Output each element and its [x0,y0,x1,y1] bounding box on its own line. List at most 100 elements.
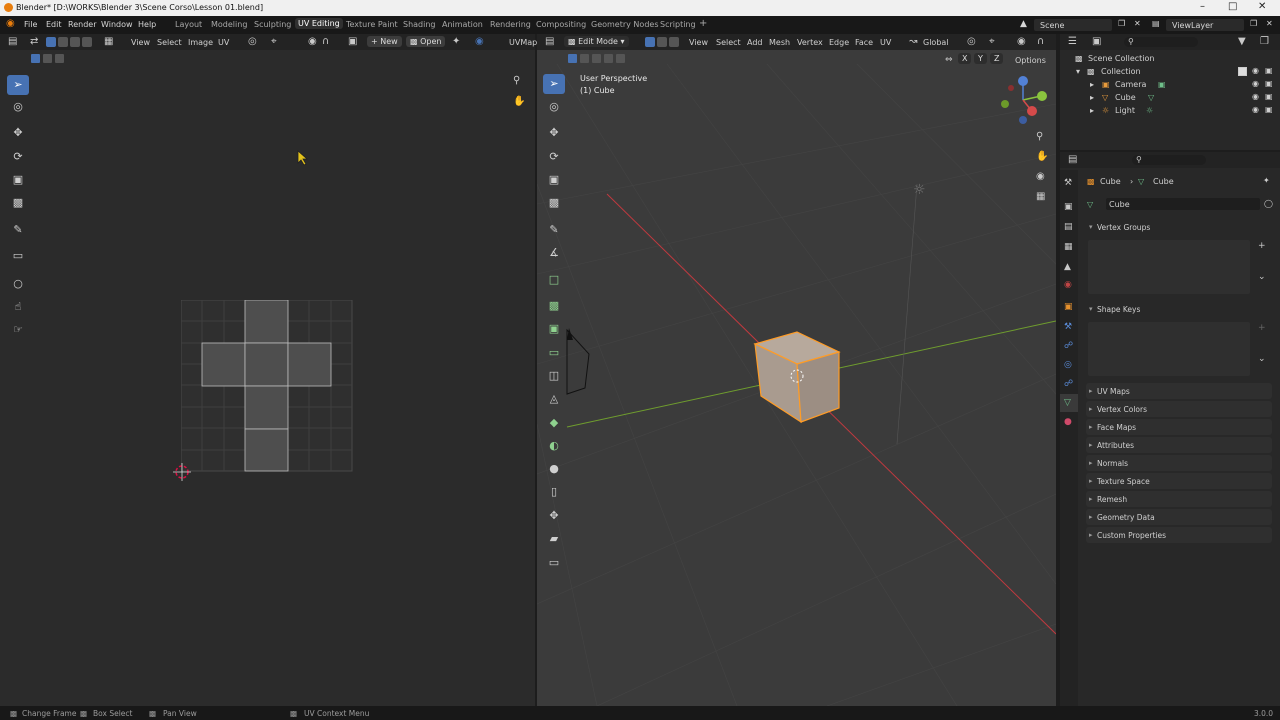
select-difference-icon[interactable] [604,54,613,63]
shear-tool[interactable]: ▰ [543,529,565,549]
panel-shape-keys[interactable]: ▾ Shape Keys [1086,301,1272,317]
scale-tool[interactable]: ▣ [7,170,29,190]
vertex-select-mode-icon[interactable] [46,37,56,47]
zoom-icon[interactable]: ⚲ [1036,132,1043,142]
uv-menu-image[interactable]: Image [188,38,213,47]
output-tab-icon[interactable]: ▤ [1064,222,1073,232]
pan-hand-icon[interactable]: ✋ [1036,152,1048,162]
proportional-edit-icon[interactable]: ◉ [1017,37,1026,47]
panel-face-maps[interactable]: ▸ Face Maps [1086,419,1272,435]
falloff-icon[interactable]: ∩ [322,37,329,47]
island-select-mode-icon[interactable] [82,37,92,47]
tool-tab-icon[interactable]: ⚒ [1064,178,1072,188]
modifiers-tab-icon[interactable]: ⚒ [1064,322,1072,332]
pinch-tool[interactable]: ☞ [7,320,29,340]
tab-layout[interactable]: Layout [175,20,202,29]
overlays-icon[interactable]: ◉ [475,37,484,47]
falloff-icon[interactable]: ∩ [1037,37,1044,47]
scene-tab-icon[interactable]: ▲ [1064,262,1071,272]
mirror-x-toggle[interactable]: X [958,53,972,64]
data-tab-active[interactable]: ▽ [1060,394,1078,412]
vp-menu-face[interactable]: Face [855,38,873,47]
properties-search-input[interactable]: ⚲ [1132,155,1206,165]
orientation-selector[interactable]: Global [923,38,949,47]
pin-icon[interactable]: ✦ [452,37,460,47]
tab-animation[interactable]: Animation [442,20,483,29]
view-layer-selector[interactable]: ViewLayer [1166,19,1244,31]
render-camera-icon[interactable]: ▣ [1265,105,1273,114]
vp-menu-uv[interactable]: UV [880,38,891,47]
uv-editor[interactable]: ▤ ⇄ ▦ View Select Image UV ◎ ⌖ ◉ ∩ ▣ + N… [0,34,537,706]
outliner-search-input[interactable]: ⚲ [1124,37,1198,47]
add-cube-tool[interactable]: □ [543,270,565,290]
select-subtract-icon[interactable] [592,54,601,63]
display-mode-icon[interactable]: ▣ [1092,37,1101,47]
tab-sculpting[interactable]: Sculpting [254,20,291,29]
pan-hand-icon[interactable]: ✋ [513,97,525,107]
vp-menu-edge[interactable]: Edge [829,38,849,47]
options-dropdown[interactable]: Options [1015,56,1046,65]
minimize-button[interactable]: – [1200,1,1205,12]
tab-geometry-nodes[interactable]: Geometry Nodes [591,20,658,29]
outliner-item-light[interactable]: Light [1115,106,1135,115]
outliner-scene-collection[interactable]: Scene Collection [1088,54,1155,63]
light-object-icon[interactable]: ☼ [913,183,926,197]
shape-keys-list[interactable] [1088,322,1250,376]
edge-select-mode-icon[interactable] [58,37,68,47]
physics-tab-icon[interactable]: ◎ [1064,360,1072,370]
camera-view-icon[interactable]: ◉ [1036,172,1045,182]
annotate-tool[interactable]: ✎ [543,220,565,240]
mirror-y-toggle[interactable]: Y [974,53,987,64]
maximize-button[interactable]: □ [1228,1,1237,12]
move-tool[interactable]: ✥ [7,123,29,143]
tab-rendering[interactable]: Rendering [490,20,531,29]
fake-user-shield-icon[interactable]: ◯ [1264,199,1273,208]
visibility-eye-icon[interactable]: ◉ [1252,92,1259,101]
camera-object[interactable] [565,326,593,396]
menu-render[interactable]: Render [68,20,96,29]
inset-tool[interactable]: ▣ [543,319,565,339]
tab-modeling[interactable]: Modeling [211,20,247,29]
transform-tool[interactable]: ▩ [7,193,29,213]
face-mode-icon[interactable] [669,37,679,47]
measure-tool[interactable]: ∡ [543,243,565,263]
new-scene-icon[interactable]: ❐ [1118,19,1125,28]
expand-chevron-icon[interactable]: ▸ [1090,93,1094,102]
transform-tool[interactable]: ▩ [543,193,565,213]
render-camera-icon[interactable]: ▣ [1265,92,1273,101]
delete-view-layer-icon[interactable]: ✕ [1266,19,1273,28]
select-box-tool[interactable]: ➢ [543,74,565,94]
vp-menu-view[interactable]: View [689,38,708,47]
grab-tool[interactable]: ○ [7,274,29,294]
panel-uv-maps[interactable]: ▸ UV Maps [1086,383,1272,399]
panel-vertex-colors[interactable]: ▸ Vertex Colors [1086,401,1272,417]
close-button[interactable]: ✕ [1258,1,1266,12]
uvmap-selector[interactable]: UVMap [509,38,537,47]
editor-type-icon[interactable]: ▤ [8,37,17,47]
panel-attributes[interactable]: ▸ Attributes [1086,437,1272,453]
constraints-tab-icon[interactable]: ☍ [1064,379,1073,389]
collection-checkbox[interactable] [1238,67,1247,76]
blender-menu-icon[interactable]: ◉ [6,18,15,29]
new-view-layer-icon[interactable]: ❐ [1250,19,1257,28]
select-box-tool[interactable]: ➢ [7,75,29,95]
annotate-tool[interactable]: ✎ [7,220,29,240]
scene-selector[interactable]: Scene [1034,19,1112,31]
mode-selector[interactable]: ▩ Edit Mode ▾ [564,36,629,47]
perspective-toggle-icon[interactable]: ▦ [1036,192,1045,202]
add-vertex-group-icon[interactable]: + [1258,241,1266,251]
tab-compositing[interactable]: Compositing [536,20,586,29]
expand-chevron-icon[interactable]: ▾ [1076,67,1080,76]
rotate-tool[interactable]: ⟳ [7,147,29,167]
visibility-eye-icon[interactable]: ◉ [1252,105,1259,114]
render-camera-icon[interactable]: ▣ [1265,66,1273,75]
delete-scene-icon[interactable]: ✕ [1134,19,1141,28]
edge-mode-icon[interactable] [657,37,667,47]
visibility-eye-icon[interactable]: ◉ [1252,79,1259,88]
loop-cut-tool[interactable]: ◫ [543,366,565,386]
object-tab-icon[interactable]: ▣ [1064,302,1073,312]
scale-tool[interactable]: ▣ [543,170,565,190]
world-tab-icon[interactable]: ◉ [1064,280,1072,290]
vertex-group-menu-icon[interactable]: ⌄ [1258,272,1266,282]
tab-texture-paint[interactable]: Texture Paint [346,20,398,29]
